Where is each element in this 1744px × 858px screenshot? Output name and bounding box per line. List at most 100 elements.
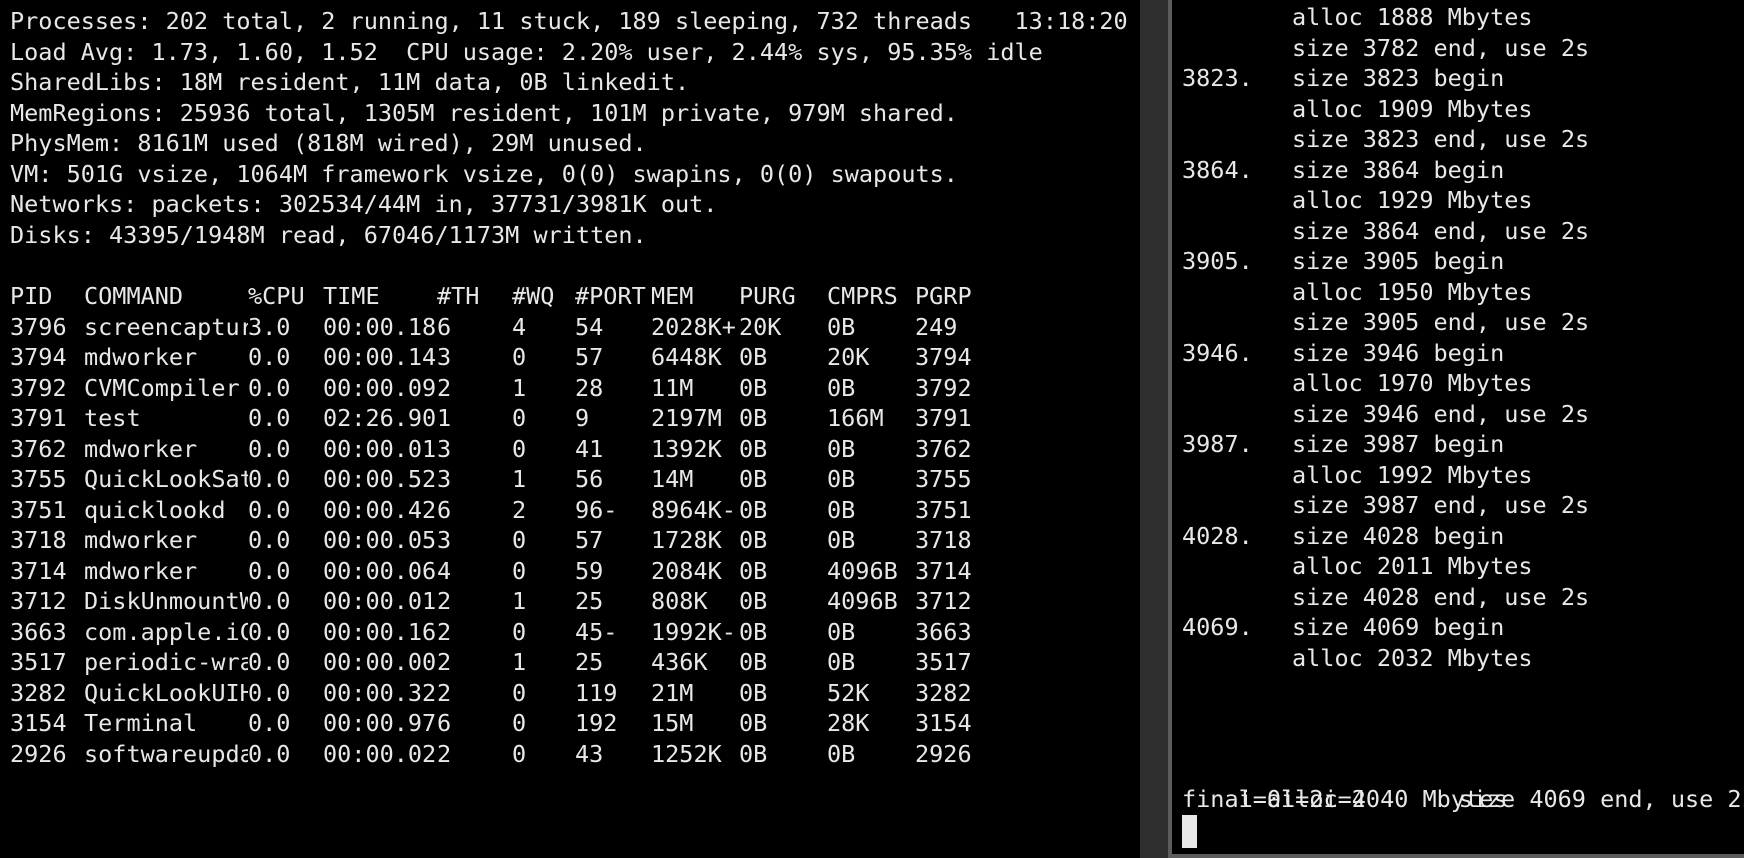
cell-wq: 0: [512, 526, 527, 554]
cell-threads: 3: [437, 465, 452, 493]
cell-pgrp: 249: [915, 312, 958, 341]
output-text: size 3782 end, use 2s: [1292, 33, 1590, 62]
cell-purg: 0B: [739, 343, 768, 371]
cell-cmprs: 0B: [827, 434, 856, 463]
output-line: alloc 1888 Mbytes: [1172, 0, 1732, 34]
cell-wq: 1: [512, 465, 527, 493]
cell-cmprs: 4096B: [827, 556, 898, 585]
cell-ports: 41: [575, 434, 604, 463]
cell-cpu: 0.0: [248, 556, 291, 585]
cell-pgrp: 3762: [915, 434, 972, 463]
output-line: size 3864 end, use 2s: [1172, 214, 1732, 248]
output-line: 3905. size 3905 begin: [1172, 244, 1732, 278]
cell-ports: 43: [575, 739, 604, 768]
cell-ports: 192: [575, 709, 618, 737]
cell-cpu: 0.0: [248, 373, 291, 402]
cell-wq: 4: [512, 312, 527, 341]
output-text: size 3823 begin: [1292, 64, 1505, 92]
cell-mem: 1392K: [651, 434, 722, 463]
cell-cpu: 0.0: [248, 343, 291, 371]
output-text: alloc 1992 Mbytes: [1292, 460, 1533, 489]
cell-time: 00:00.00: [323, 648, 437, 676]
column-header-threads: #TH: [437, 282, 480, 310]
cell-ports: 45-: [575, 617, 618, 646]
cell-cpu: 0.0: [248, 404, 291, 432]
output-line: 3864. size 3864 begin: [1172, 153, 1732, 187]
cell-threads: 1: [437, 404, 452, 432]
cell-command: mdworker: [84, 556, 198, 585]
summary-line: Load Avg: 1.73, 1.60, 1.52 CPU usage: 2.…: [10, 37, 1043, 66]
cell-purg: 0B: [739, 587, 768, 615]
pane-divider[interactable]: [1140, 0, 1168, 858]
output-line: i=0i=2i=4: [1182, 748, 1366, 813]
cell-purg: 0B: [739, 434, 768, 463]
cell-cpu: 0.0: [248, 587, 291, 615]
column-header-cmprs: CMPRS: [827, 282, 898, 310]
column-header-pid: PID: [10, 282, 53, 310]
cell-pid: 3755: [10, 465, 67, 493]
column-header-wq: #WQ: [512, 282, 555, 310]
cell-cpu: 0.0: [248, 678, 291, 707]
cell-cmprs: 0B: [827, 373, 856, 402]
output-text: alloc 1909 Mbytes: [1292, 94, 1533, 123]
cell-threads: 2: [437, 648, 452, 676]
cell-command: quicklookd: [84, 495, 226, 524]
cell-wq: 0: [512, 739, 527, 768]
cell-purg: 0B: [739, 556, 768, 585]
output-text: size 3905 end, use 2s: [1292, 308, 1590, 336]
cell-wq: 1: [512, 587, 527, 615]
cell-time: 02:26.90: [323, 404, 437, 432]
cell-purg: 0B: [739, 373, 768, 402]
cell-ports: 59: [575, 556, 604, 585]
cell-wq: 0: [512, 556, 527, 585]
output-line: alloc 2032 Mbytes: [1172, 641, 1732, 675]
cell-mem: 14M: [651, 465, 694, 493]
cell-pgrp: 3792: [915, 373, 972, 402]
cell-purg: 0B: [739, 465, 768, 493]
cell-time: 00:00.32: [323, 678, 437, 707]
cell-pgrp: 3282: [915, 678, 972, 707]
output-text: alloc 1970 Mbytes: [1292, 369, 1533, 397]
summary-line: Networks: packets: 302534/44M in, 37731/…: [10, 190, 718, 218]
cell-purg: 0B: [739, 678, 768, 707]
cell-pgrp: 3663: [915, 617, 972, 646]
output-terminal-pane[interactable]: alloc 1888 Mbytes size 3782 end, use 2s 38…: [1168, 0, 1744, 858]
column-header-purg: PURG: [739, 282, 796, 310]
cell-ports: 57: [575, 343, 604, 371]
cell-command: screencaptur: [84, 312, 248, 341]
top-terminal-pane[interactable]: Processes: 202 total, 2 running, 11 stuc…: [0, 0, 1140, 858]
column-header-command: COMMAND: [84, 282, 184, 310]
cell-wq: 0: [512, 678, 527, 707]
terminal-cursor[interactable]: [1182, 815, 1197, 848]
cell-purg: 0B: [739, 526, 768, 554]
cell-command: periodic-wra: [84, 648, 248, 676]
column-header-ports: #PORT: [575, 282, 646, 310]
cell-ports: 25: [575, 648, 604, 676]
column-header-pgrp: PGRP: [915, 282, 972, 310]
cell-command: softwareupda: [84, 739, 248, 768]
cell-threads: 6: [437, 312, 452, 341]
cell-mem: 1252K: [651, 739, 722, 768]
cell-threads: 2: [437, 739, 452, 768]
iteration-number: 3823.: [1182, 64, 1253, 92]
cell-command: mdworker: [84, 526, 198, 554]
cell-mem: 15M: [651, 709, 694, 737]
cell-mem: 2197M: [651, 404, 722, 432]
summary-line: SharedLibs: 18M resident, 11M data, 0B l…: [10, 68, 690, 96]
cell-mem: 2084K: [651, 556, 722, 585]
output-text: size 4028 begin: [1292, 521, 1505, 550]
cell-cmprs: 28K: [827, 709, 870, 737]
output-text: size 3905 begin: [1292, 247, 1505, 275]
cell-threads: 2: [437, 617, 452, 646]
output-line: alloc 1992 Mbytes: [1172, 458, 1732, 492]
output-text: size 3864 end, use 2s: [1292, 216, 1590, 245]
output-line: size 4069 end, use 2s: [1402, 748, 1744, 813]
cell-command: DiskUnmountW: [84, 587, 248, 615]
cell-wq: 1: [512, 648, 527, 676]
output-line: size 3823 end, use 2s: [1172, 122, 1732, 156]
cell-pgrp: 2926: [915, 739, 972, 768]
final-alloc-line: final alloc 2040 Mbytes: [1182, 785, 1508, 813]
column-header-cpu: %CPU: [248, 282, 305, 310]
cell-cmprs: 0B: [827, 312, 856, 341]
iteration-number: 3987.: [1182, 430, 1253, 458]
